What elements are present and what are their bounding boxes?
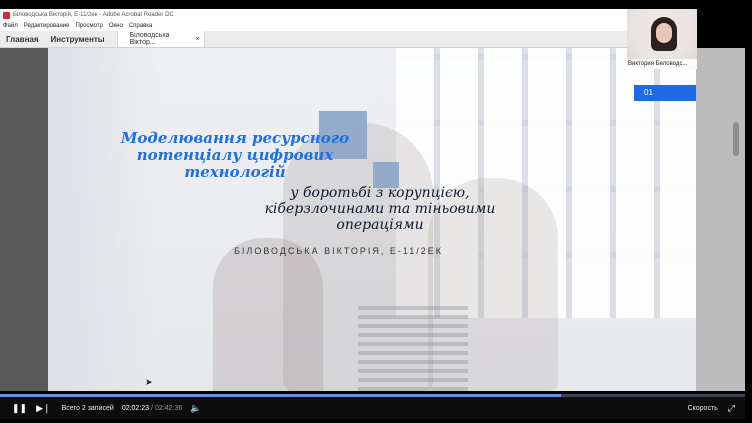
menu-edit[interactable]: Редактирование: [24, 23, 70, 29]
acrobat-titlebar: Біловодська Вікторія, Е-11/2ек - Adobe A…: [0, 9, 627, 21]
menu-help[interactable]: Справка: [129, 23, 153, 29]
webcam-face: [656, 23, 672, 43]
speed-button[interactable]: Скорость: [688, 405, 718, 412]
volume-icon[interactable]: 🔈: [190, 403, 201, 414]
player-controls: ❚❚ ▶❘ Всего 2 записей 02:02:23 / 02:42:3…: [0, 397, 745, 419]
webcam-tile: Виктория Беловодс...: [627, 9, 697, 69]
page-indicator[interactable]: 01: [634, 85, 696, 101]
slide-title: Моделювання ресурсного потенціалу цифров…: [120, 129, 350, 181]
slide-author: БІЛОВОДСЬКА ВІКТОРІЯ, Е-11/2ЕК: [234, 246, 444, 256]
tab-document-label: Біловодська Віктор...: [129, 32, 170, 46]
window-title: Біловодська Вікторія, Е-11/2ек - Adobe A…: [13, 12, 174, 18]
acrobat-app-icon: [3, 11, 10, 19]
pause-icon[interactable]: ❚❚: [12, 403, 27, 414]
slide-subtitle: у боротьбі з корупцією, кіберзлочинами т…: [264, 185, 496, 233]
tab-tools[interactable]: Инструменты: [45, 31, 111, 47]
right-panel: [696, 48, 745, 391]
background-fade: [48, 48, 158, 391]
total-time: 02:42:36: [155, 404, 183, 412]
menu-window[interactable]: Окно: [109, 23, 123, 29]
tab-bar: Главная Инструменты Біловодська Віктор..…: [0, 31, 627, 48]
background-person: [213, 238, 323, 391]
menu-view[interactable]: Просмотр: [75, 23, 102, 29]
records-count: Всего 2 записей: [61, 404, 114, 412]
time-separator: /: [151, 404, 154, 412]
background-striped-shirt: [358, 303, 468, 391]
skip-next-icon[interactable]: ▶❘: [36, 403, 50, 414]
close-icon[interactable]: ×: [195, 36, 199, 43]
fullscreen-icon[interactable]: ⤢: [728, 403, 735, 414]
webcam-name: Виктория Беловодс...: [627, 59, 697, 69]
mouse-cursor-icon: ➤: [145, 377, 153, 387]
current-time: 02:02:23: [121, 404, 150, 412]
tab-home[interactable]: Главная: [0, 31, 45, 47]
tab-document[interactable]: Біловодська Віктор... ×: [116, 31, 205, 47]
menu-file[interactable]: Файл: [3, 23, 18, 29]
menu-bar: Файл Редактирование Просмотр Окно Справк…: [0, 21, 627, 31]
scrollbar-thumb[interactable]: [733, 122, 739, 156]
